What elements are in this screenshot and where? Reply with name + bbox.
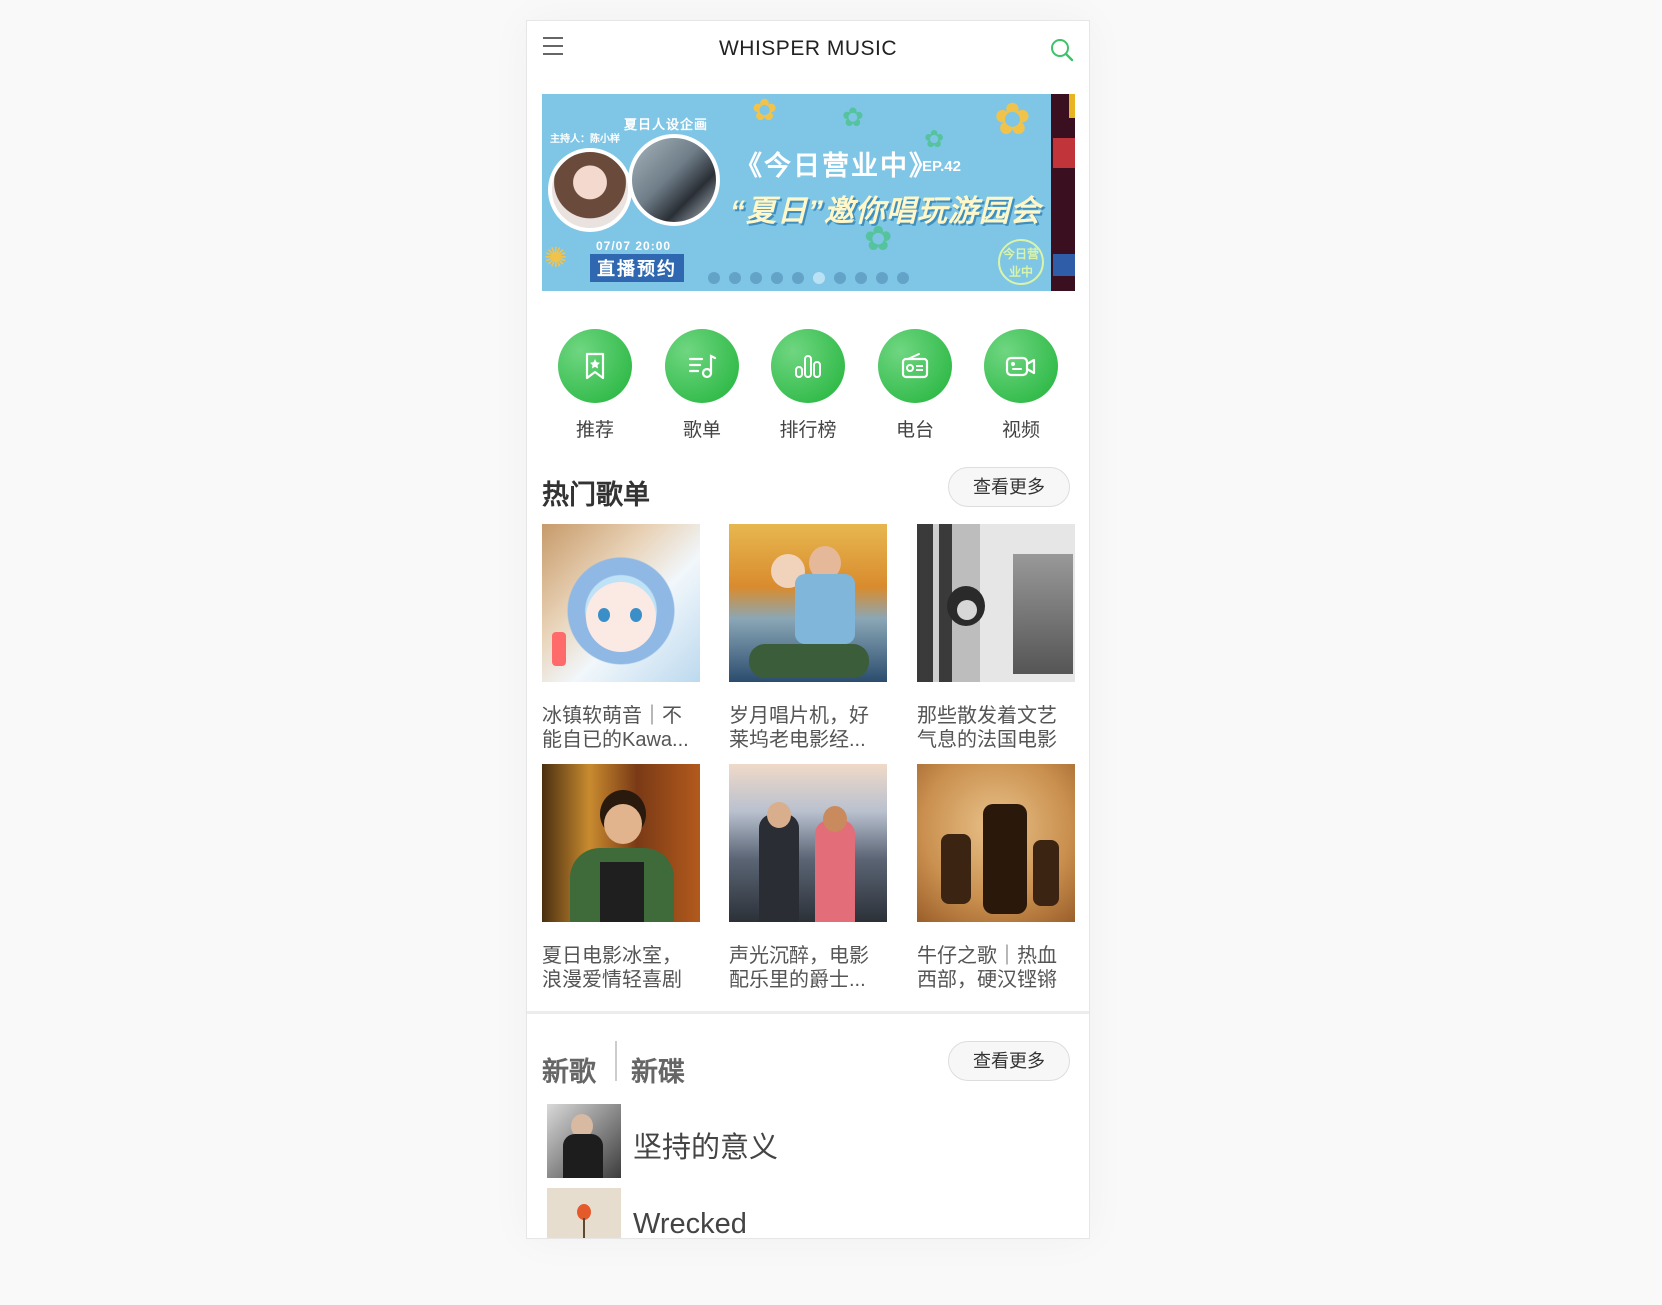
hot-playlists-title: 热门歌单 xyxy=(542,480,650,510)
carousel-dot[interactable] xyxy=(897,272,909,284)
nav-label: 推荐 xyxy=(575,420,614,441)
carousel-dot[interactable] xyxy=(855,272,867,284)
playlist-title: 声光沉醉，电影配乐里的爵士... xyxy=(729,945,869,991)
hot-playlists-more-button[interactable]: 查看更多 xyxy=(948,467,1070,507)
host-avatar xyxy=(548,148,632,232)
guest-avatar xyxy=(628,134,720,226)
category-nav: 推荐 歌单 排行榜 电台 视频 xyxy=(542,329,1075,442)
carousel-dot[interactable] xyxy=(834,272,846,284)
playlist-title: 岁月唱片机，好莱坞老电影经... xyxy=(729,705,869,751)
bookmark-star-icon xyxy=(558,329,632,403)
chart-bars-icon xyxy=(771,329,845,403)
song-item[interactable]: Wrecked xyxy=(547,1188,1067,1239)
nav-charts[interactable]: 排行榜 xyxy=(755,329,861,442)
new-section-more-button[interactable]: 查看更多 xyxy=(948,1041,1070,1081)
search-icon[interactable] xyxy=(1049,37,1075,63)
nav-playlist[interactable]: 歌单 xyxy=(649,329,755,442)
app-frame: WHISPER MUSIC ✿ ✿ ✿ ✿ ✿ ✺ 夏日人设企画 主持人：陈小样… xyxy=(526,20,1090,1239)
playlist-title: 冰镇软萌音｜不能自已的Kawa... xyxy=(542,705,689,751)
next-banner-peek xyxy=(1051,94,1075,291)
section-divider xyxy=(527,1011,1089,1014)
playlist-cover xyxy=(542,524,700,682)
promo-banner[interactable]: ✿ ✿ ✿ ✿ ✿ ✺ 夏日人设企画 主持人：陈小样 《今日营业中》 EP.42… xyxy=(542,94,1075,291)
carousel-dot[interactable] xyxy=(771,272,783,284)
banner-title: 《今日营业中》 xyxy=(735,151,938,181)
playlist-title: 牛仔之歌｜热血西部，硬汉铿锵 xyxy=(917,945,1057,991)
banner-time: 07/07 20:00 xyxy=(596,239,672,253)
flower-decoration-icon: ✺ xyxy=(544,242,568,273)
tab-new-albums[interactable]: 新碟 xyxy=(631,1050,685,1089)
carousel-dot[interactable] xyxy=(708,272,720,284)
playlist-cover xyxy=(542,764,700,922)
nav-label: 视频 xyxy=(1001,420,1040,441)
nav-radio[interactable]: 电台 xyxy=(862,329,968,442)
playlist-card[interactable]: 岁月唱片机，好莱坞老电影经... xyxy=(729,524,887,752)
nav-label: 歌单 xyxy=(682,420,721,441)
playlist-cover xyxy=(729,764,887,922)
tab-separator xyxy=(615,1041,617,1081)
playlist-card[interactable]: 冰镇软萌音｜不能自已的Kawa... xyxy=(542,524,700,752)
playlist-card[interactable]: 那些散发着文艺气息的法国电影 xyxy=(917,524,1075,752)
banner-episode: EP.42 xyxy=(922,158,961,175)
flower-decoration-icon: ✿ xyxy=(842,102,864,132)
song-cover xyxy=(547,1188,621,1238)
radio-icon xyxy=(878,329,952,403)
carousel-dot[interactable] xyxy=(792,272,804,284)
playlist-cover xyxy=(917,764,1075,922)
flower-decoration-icon: ✿ xyxy=(994,95,1031,144)
carousel-dot[interactable] xyxy=(729,272,741,284)
video-camera-icon xyxy=(984,329,1058,403)
song-cover xyxy=(547,1104,621,1178)
playlist-card[interactable]: 夏日电影冰室，浪漫爱情轻喜剧 xyxy=(542,764,700,992)
flower-decoration-icon: ✿ xyxy=(752,94,778,127)
banner-subtitle: “夏日”邀你唱玩游园会 xyxy=(730,195,1041,228)
nav-recommend[interactable]: 推荐 xyxy=(542,329,648,442)
playlist-icon xyxy=(665,329,739,403)
playlist-card[interactable]: 牛仔之歌｜热血西部，硬汉铿锵 xyxy=(917,764,1075,992)
app-title: WHISPER MUSIC xyxy=(718,37,897,60)
playlist-card[interactable]: 声光沉醉，电影配乐里的爵士... xyxy=(729,764,887,992)
song-item[interactable]: 坚持的意义 xyxy=(547,1104,1067,1178)
song-name: 坚持的意义 xyxy=(633,1132,779,1164)
song-name: Wrecked xyxy=(633,1208,747,1239)
playlist-cover xyxy=(729,524,887,682)
carousel-indicator xyxy=(708,272,909,284)
app-header: WHISPER MUSIC xyxy=(527,21,1089,79)
nav-label: 电台 xyxy=(895,420,934,441)
playlist-title: 那些散发着文艺气息的法国电影 xyxy=(917,705,1057,751)
banner-host-line: 夏日人设企画 xyxy=(624,117,709,132)
banner-host-name: 主持人：陈小样 xyxy=(550,134,620,145)
nav-video[interactable]: 视频 xyxy=(968,329,1074,442)
playlist-title: 夏日电影冰室，浪漫爱情轻喜剧 xyxy=(542,945,682,991)
carousel-dot[interactable] xyxy=(750,272,762,284)
nav-label: 排行榜 xyxy=(779,420,837,441)
tab-new-songs[interactable]: 新歌 xyxy=(542,1050,596,1089)
reserve-live-button[interactable]: 直播预约 xyxy=(590,254,684,282)
carousel-dot[interactable] xyxy=(876,272,888,284)
banner-logo: 今日营业中 xyxy=(998,239,1044,285)
carousel-dot[interactable] xyxy=(813,272,825,284)
playlist-cover xyxy=(917,524,1075,682)
